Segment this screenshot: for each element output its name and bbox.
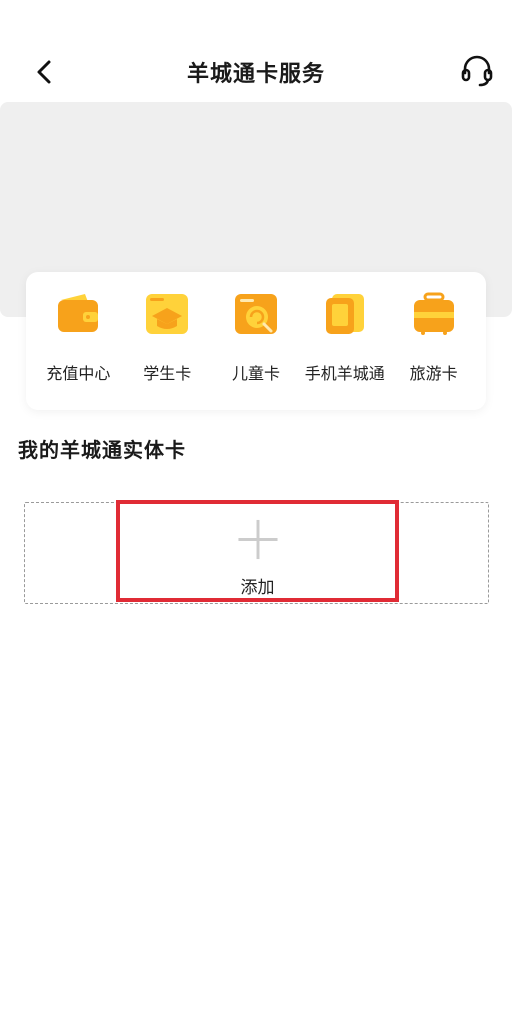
menu-item-student-card[interactable]: 学生卡 xyxy=(123,290,212,410)
section-title: 我的羊城通实体卡 xyxy=(18,438,186,462)
menu-item-label: 儿童卡 xyxy=(231,364,280,383)
menu-item-label: 手机羊城通 xyxy=(304,364,385,383)
menu-item-travel-card[interactable]: 旅游卡 xyxy=(389,290,478,410)
plus-icon xyxy=(237,519,278,560)
headset-icon xyxy=(461,55,493,87)
lollipop-card-icon xyxy=(232,290,280,338)
graduation-cap-icon xyxy=(143,290,191,338)
add-card-label: 添加 xyxy=(240,578,275,598)
menu-item-label: 旅游卡 xyxy=(409,364,458,383)
wallet-icon xyxy=(54,290,102,338)
menu-item-label: 充值中心 xyxy=(46,364,111,383)
menu-item-children-card[interactable]: 儿童卡 xyxy=(212,290,301,410)
customer-service-button[interactable] xyxy=(456,50,498,92)
menu-item-recharge[interactable]: 充值中心 xyxy=(34,290,123,410)
add-card-button[interactable]: 添加 xyxy=(116,500,399,602)
phone-card-icon xyxy=(321,290,369,338)
luggage-icon xyxy=(410,290,458,338)
menu-item-label: 学生卡 xyxy=(143,364,192,383)
page-title: 羊城通卡服务 xyxy=(186,62,325,87)
header: 羊城通卡服务 xyxy=(0,0,512,100)
service-menu: 充值中心 学生卡 儿童卡 手机羊城通 旅游卡 xyxy=(26,272,486,410)
menu-item-mobile-card[interactable]: 手机羊城通 xyxy=(300,290,389,410)
